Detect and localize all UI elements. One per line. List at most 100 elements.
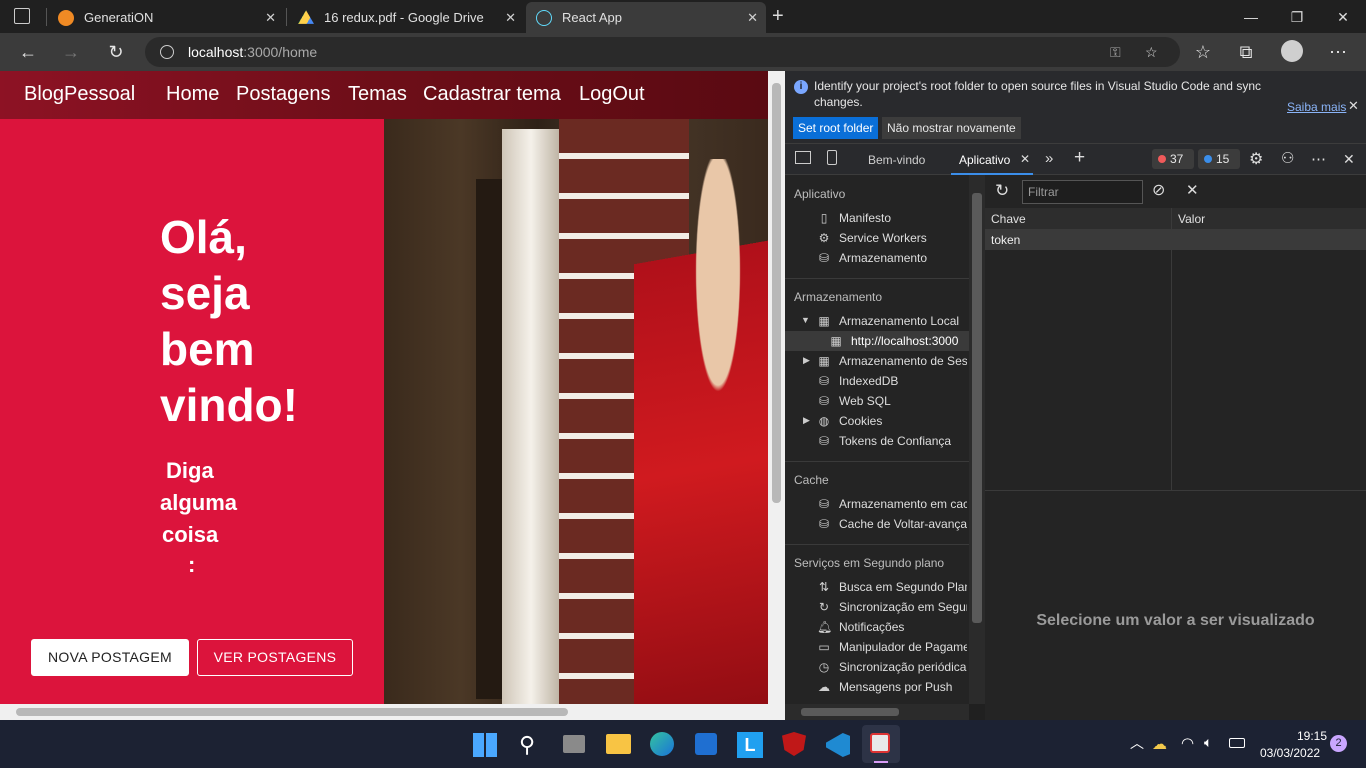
task-view-icon[interactable] [563,735,585,753]
minimize-icon[interactable]: — [1228,4,1274,30]
sidebar-item-notifications[interactable]: 🔔︎ Notificações [817,617,967,637]
refresh-icon[interactable]: ↻ [103,40,129,64]
scroll-thumb[interactable] [772,83,781,503]
page-vertical-scrollbar[interactable] [768,71,785,704]
tab-react-app[interactable]: React App ✕ [526,2,766,33]
sidebar-item-cookies[interactable]: ◍ Cookies [817,411,967,431]
expand-arrow-icon[interactable]: ▶ [803,415,810,426]
chevron-up-icon[interactable]: ︿ [1130,733,1144,753]
new-post-button[interactable]: NOVA POSTAGEM [31,639,189,676]
device-emulation-icon[interactable] [827,150,837,165]
vscode-icon[interactable] [826,733,850,757]
gear-icon[interactable]: ⚙ [1249,149,1263,169]
sidebar-item-storage[interactable]: ⛁ Armazenamento [817,248,967,268]
close-icon[interactable]: ✕ [747,10,758,26]
clock-time[interactable]: 19:15 [1297,729,1327,743]
sidebar-item-push-messaging[interactable]: ☁ Mensagens por Push [817,677,967,697]
sidebar-item-websql[interactable]: ⛁ Web SQL [817,391,967,411]
sidebar-item-trust-tokens[interactable]: ⛁ Tokens de Confiança [817,431,967,451]
key-icon[interactable]: ⚿ [1110,37,1121,67]
file-explorer-icon[interactable] [606,734,631,754]
nav-link-temas[interactable]: Temas [348,83,407,106]
store-icon[interactable] [695,733,717,755]
volume-icon[interactable]: 🔈︎ [1204,734,1212,751]
sidebar-item-background-sync[interactable]: ↻ Sincronização em Segundo Plano [817,597,967,617]
nav-link-postagens[interactable]: Postagens [236,83,331,106]
favorite-add-icon[interactable]: ☆ [1145,37,1158,67]
sidebar-item-indexeddb[interactable]: ⛁ IndexedDB [817,371,967,391]
inspect-icon[interactable] [795,151,811,164]
tab-welcome[interactable]: Bem-vindo [868,153,925,167]
close-icon[interactable]: ✕ [1020,152,1030,166]
tab-google-drive[interactable]: 16 redux.pdf - Google Drive ✕ [288,2,524,33]
more-icon[interactable]: ⋯ [1325,40,1351,64]
snipping-tool-icon[interactable] [862,725,900,763]
scroll-thumb[interactable] [16,708,568,716]
more-tabs-icon[interactable]: » [1045,150,1053,167]
messages-badge[interactable]: 15 [1198,149,1240,169]
more-icon[interactable]: ⋯ [1311,150,1326,168]
sidebar-item-manifest[interactable]: ▯ Manifesto [817,208,967,228]
close-icon[interactable]: ✕ [1348,98,1359,114]
close-icon[interactable]: ✕ [505,10,516,26]
sidebar-item-service-workers[interactable]: ⚙ Service Workers [817,228,967,248]
sidebar-item-cache-storage[interactable]: ⛁ Armazenamento em cache [817,494,967,514]
mcafee-icon[interactable] [782,732,806,756]
close-icon[interactable]: ✕ [265,10,276,26]
close-devtools-icon[interactable]: ✕ [1343,151,1355,168]
favorites-icon[interactable]: ☆ [1190,40,1216,64]
view-posts-button[interactable]: VER POSTAGENS [197,639,353,676]
scroll-thumb[interactable] [801,708,899,716]
tab-generation[interactable]: GeneratiON ✕ [48,2,284,33]
clear-all-icon[interactable]: ⊘ [1152,180,1165,200]
expand-arrow-icon[interactable]: ▶ [803,355,810,366]
clock-date[interactable]: 03/03/2022 [1260,746,1320,760]
column-header-value[interactable]: Valor [1171,208,1366,230]
sidebar-item-session-storage[interactable]: ▦ Armazenamento de Sessão [817,351,967,371]
add-tab-icon[interactable]: + [1074,147,1085,169]
close-window-icon[interactable]: ✕ [1320,4,1366,30]
nav-link-home[interactable]: Home [166,83,219,106]
search-icon[interactable]: ⚲ [519,732,535,758]
connect-icon[interactable]: ⚇ [1281,149,1294,167]
nav-link-logout[interactable]: LogOut [579,83,645,106]
new-tab-icon[interactable]: + [772,5,784,28]
filter-input[interactable]: Filtrar [1022,180,1143,204]
sidebar-item-localhost[interactable]: ▦ http://localhost:3000 [829,331,969,351]
learn-more-link[interactable]: Saiba mais [1287,100,1346,114]
avatar[interactable] [1281,40,1303,62]
errors-badge[interactable]: 37 [1152,149,1194,169]
sidebar-item-background-fetch[interactable]: ⇅ Busca em Segundo Plano [817,577,967,597]
page-horizontal-scrollbar[interactable] [0,704,785,720]
expand-arrow-icon[interactable]: ▼ [801,315,810,325]
notes-app-icon[interactable]: L [737,732,763,758]
delete-selected-icon[interactable]: ✕ [1186,181,1199,199]
collections-icon[interactable]: ⧉ [1233,40,1259,64]
table-row[interactable]: token [985,230,1366,250]
restore-icon[interactable]: ❐ [1274,4,1320,30]
refresh-icon[interactable]: ↻ [995,181,1009,201]
tab-actions-icon[interactable] [14,8,30,24]
sidebar-vertical-scrollbar[interactable] [969,175,985,704]
address-bar[interactable]: localhost:3000/home ⚿ ☆ [145,37,1180,67]
battery-icon[interactable] [1229,738,1245,748]
nav-link-cadastrar-tema[interactable]: Cadastrar tema [423,83,561,106]
scroll-thumb[interactable] [972,193,982,623]
back-icon[interactable]: ← [15,40,41,64]
column-header-key[interactable]: Chave [985,208,1171,230]
brand-link[interactable]: BlogPessoal [24,83,135,106]
sidebar-item-periodic-sync[interactable]: ◷ Sincronização periódica [817,657,967,677]
dont-show-again-button[interactable]: Não mostrar novamente [882,117,1021,139]
info-icon[interactable] [160,45,174,59]
sidebar-item-bfcache[interactable]: ⛁ Cache de Voltar-avançar [817,514,967,534]
sidebar-item-payment-handler[interactable]: ▭ Manipulador de Pagamentos [817,637,967,657]
forward-icon[interactable]: → [58,40,84,64]
tab-application[interactable]: Aplicativo ✕ [951,144,1033,175]
set-root-folder-button[interactable]: Set root folder [793,117,879,139]
sidebar-item-local-storage[interactable]: ▦ Armazenamento Local [817,311,967,331]
wifi-icon[interactable]: ◠ [1181,734,1194,752]
start-icon[interactable] [473,733,497,757]
notification-badge[interactable]: 2 [1330,735,1347,752]
sidebar-horizontal-scrollbar[interactable] [785,704,969,720]
weather-icon[interactable]: ☁ [1152,735,1167,753]
